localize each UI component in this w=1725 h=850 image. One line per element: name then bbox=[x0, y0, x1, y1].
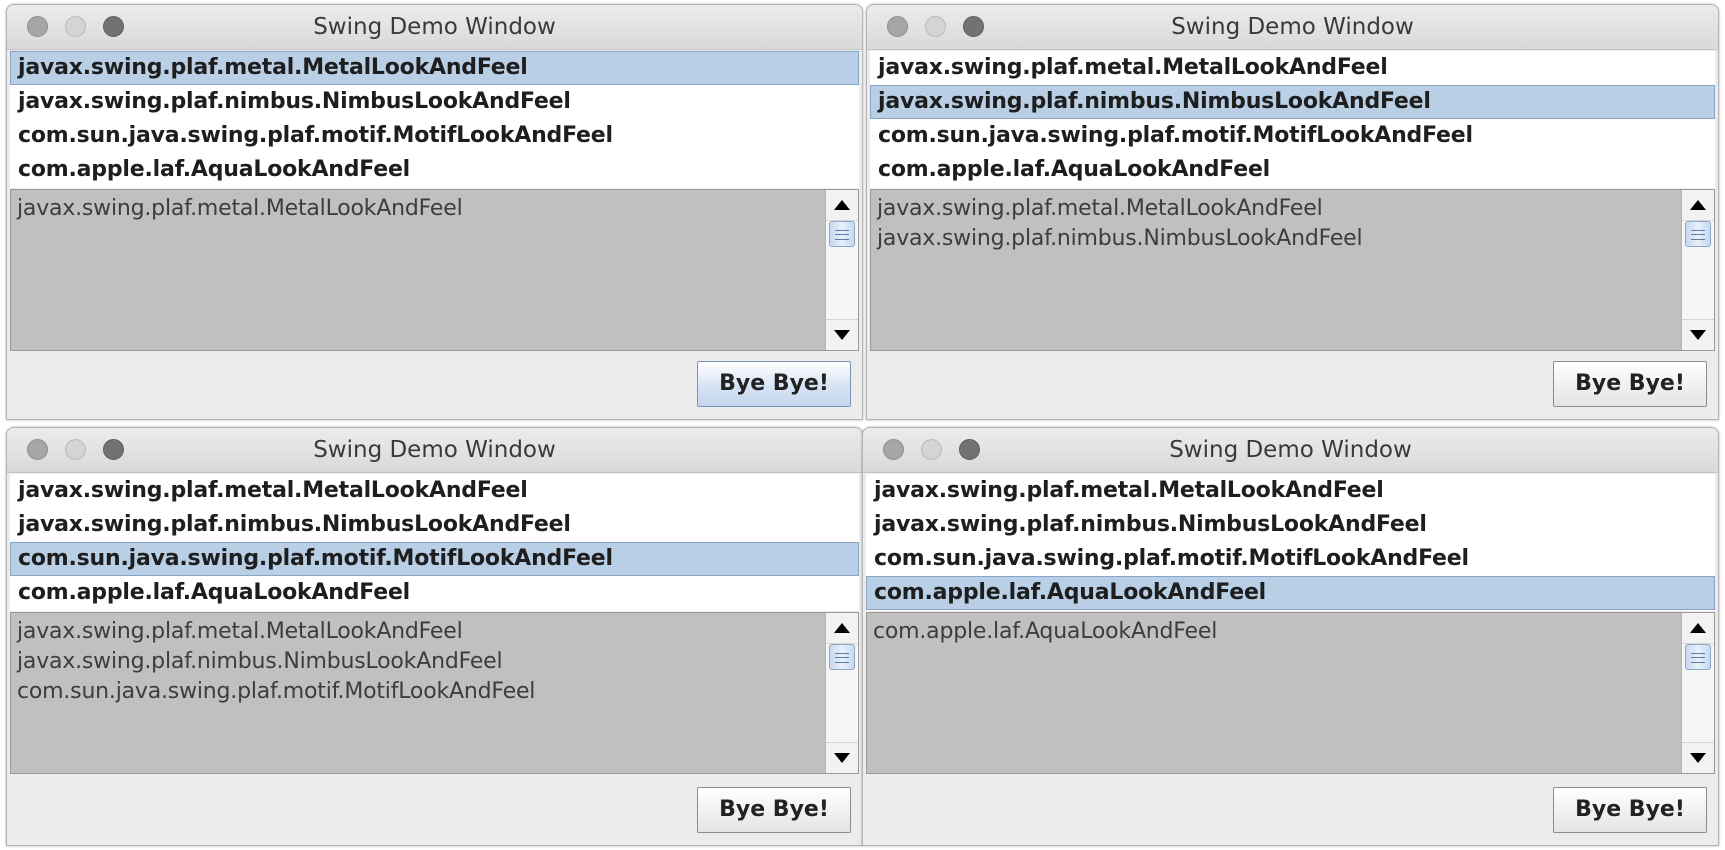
log-text-area[interactable]: javax.swing.plaf.metal.MetalLookAndFeel … bbox=[871, 190, 1680, 350]
scroll-thumb[interactable] bbox=[829, 644, 855, 670]
vertical-scrollbar[interactable] bbox=[1681, 190, 1714, 350]
log-text-area[interactable]: javax.swing.plaf.metal.MetalLookAndFeel … bbox=[11, 613, 824, 773]
list-item[interactable]: javax.swing.plaf.metal.MetalLookAndFeel bbox=[10, 51, 859, 85]
minimize-button[interactable] bbox=[921, 439, 942, 460]
title-bar[interactable]: Swing Demo Window bbox=[867, 5, 1718, 50]
vertical-scrollbar[interactable] bbox=[825, 613, 858, 773]
scroll-down-icon[interactable] bbox=[1682, 743, 1714, 773]
log-line: javax.swing.plaf.metal.MetalLookAndFeel bbox=[17, 619, 463, 644]
scroll-up-icon[interactable] bbox=[1682, 190, 1714, 220]
log-text-area[interactable]: com.apple.laf.AquaLookAndFeel bbox=[867, 613, 1680, 773]
list-item[interactable]: com.apple.laf.AquaLookAndFeel bbox=[866, 576, 1715, 610]
log-line: javax.swing.plaf.metal.MetalLookAndFeel bbox=[877, 196, 1323, 221]
scroll-up-icon[interactable] bbox=[826, 190, 858, 220]
bye-bye-button[interactable]: Bye Bye! bbox=[1553, 361, 1707, 407]
minimize-button[interactable] bbox=[925, 16, 946, 37]
title-bar[interactable]: Swing Demo Window bbox=[7, 5, 862, 50]
scroll-down-icon[interactable] bbox=[1682, 320, 1714, 350]
window-title: Swing Demo Window bbox=[313, 14, 556, 40]
vertical-scrollbar[interactable] bbox=[1681, 613, 1714, 773]
zoom-button[interactable] bbox=[103, 16, 124, 37]
swing-demo-window-2: Swing Demo Window javax.swing.plaf.metal… bbox=[866, 4, 1719, 420]
scroll-thumb[interactable] bbox=[1685, 221, 1711, 247]
log-line: com.sun.java.swing.plaf.motif.MotifLookA… bbox=[17, 679, 536, 704]
look-and-feel-list[interactable]: javax.swing.plaf.metal.MetalLookAndFeel … bbox=[870, 51, 1715, 188]
scroll-up-icon[interactable] bbox=[1682, 613, 1714, 643]
scroll-down-icon[interactable] bbox=[826, 743, 858, 773]
scroll-track[interactable] bbox=[826, 220, 858, 320]
list-item[interactable]: javax.swing.plaf.nimbus.NimbusLookAndFee… bbox=[10, 85, 859, 119]
bye-bye-button[interactable]: Bye Bye! bbox=[1553, 787, 1707, 833]
zoom-button[interactable] bbox=[103, 439, 124, 460]
log-line: com.apple.laf.AquaLookAndFeel bbox=[873, 619, 1218, 644]
log-line: javax.swing.plaf.nimbus.NimbusLookAndFee… bbox=[17, 649, 503, 674]
scroll-track[interactable] bbox=[1682, 643, 1714, 743]
log-line: javax.swing.plaf.nimbus.NimbusLookAndFee… bbox=[877, 226, 1363, 251]
list-item[interactable]: com.sun.java.swing.plaf.motif.MotifLookA… bbox=[866, 542, 1715, 576]
scroll-track[interactable] bbox=[826, 643, 858, 743]
log-line: javax.swing.plaf.metal.MetalLookAndFeel bbox=[17, 196, 463, 221]
close-button[interactable] bbox=[883, 439, 904, 460]
window-title: Swing Demo Window bbox=[313, 437, 556, 463]
log-text-area[interactable]: javax.swing.plaf.metal.MetalLookAndFeel bbox=[11, 190, 824, 350]
window-title: Swing Demo Window bbox=[1171, 14, 1414, 40]
close-button[interactable] bbox=[887, 16, 908, 37]
scroll-thumb[interactable] bbox=[829, 221, 855, 247]
log-scroll-pane[interactable]: javax.swing.plaf.metal.MetalLookAndFeel bbox=[10, 189, 859, 351]
swing-demo-window-3: Swing Demo Window javax.swing.plaf.metal… bbox=[6, 427, 863, 846]
list-item[interactable]: com.apple.laf.AquaLookAndFeel bbox=[10, 153, 859, 187]
minimize-button[interactable] bbox=[65, 16, 86, 37]
list-item[interactable]: javax.swing.plaf.metal.MetalLookAndFeel bbox=[870, 51, 1715, 85]
title-bar[interactable]: Swing Demo Window bbox=[7, 428, 862, 473]
title-bar[interactable]: Swing Demo Window bbox=[863, 428, 1718, 473]
list-item[interactable]: javax.swing.plaf.nimbus.NimbusLookAndFee… bbox=[866, 508, 1715, 542]
list-item[interactable]: com.sun.java.swing.plaf.motif.MotifLookA… bbox=[870, 119, 1715, 153]
bye-bye-button[interactable]: Bye Bye! bbox=[697, 787, 851, 833]
zoom-button[interactable] bbox=[959, 439, 980, 460]
minimize-button[interactable] bbox=[65, 439, 86, 460]
list-item[interactable]: com.sun.java.swing.plaf.motif.MotifLookA… bbox=[10, 119, 859, 153]
close-button[interactable] bbox=[27, 439, 48, 460]
list-item[interactable]: javax.swing.plaf.metal.MetalLookAndFeel bbox=[10, 474, 859, 508]
look-and-feel-list[interactable]: javax.swing.plaf.metal.MetalLookAndFeel … bbox=[866, 474, 1715, 611]
list-item[interactable]: com.apple.laf.AquaLookAndFeel bbox=[870, 153, 1715, 187]
log-scroll-pane[interactable]: javax.swing.plaf.metal.MetalLookAndFeel … bbox=[870, 189, 1715, 351]
list-item[interactable]: com.sun.java.swing.plaf.motif.MotifLookA… bbox=[10, 542, 859, 576]
vertical-scrollbar[interactable] bbox=[825, 190, 858, 350]
window-title: Swing Demo Window bbox=[1169, 437, 1412, 463]
look-and-feel-list[interactable]: javax.swing.plaf.metal.MetalLookAndFeel … bbox=[10, 474, 859, 611]
swing-demo-window-1: Swing Demo Window javax.swing.plaf.metal… bbox=[6, 4, 863, 420]
list-item[interactable]: javax.swing.plaf.metal.MetalLookAndFeel bbox=[866, 474, 1715, 508]
scroll-down-icon[interactable] bbox=[826, 320, 858, 350]
log-scroll-pane[interactable]: com.apple.laf.AquaLookAndFeel bbox=[866, 612, 1715, 774]
swing-demo-window-4: Swing Demo Window javax.swing.plaf.metal… bbox=[862, 427, 1719, 846]
close-button[interactable] bbox=[27, 16, 48, 37]
list-item[interactable]: javax.swing.plaf.nimbus.NimbusLookAndFee… bbox=[870, 85, 1715, 119]
zoom-button[interactable] bbox=[963, 16, 984, 37]
scroll-up-icon[interactable] bbox=[826, 613, 858, 643]
list-item[interactable]: com.apple.laf.AquaLookAndFeel bbox=[10, 576, 859, 610]
scroll-track[interactable] bbox=[1682, 220, 1714, 320]
scroll-thumb[interactable] bbox=[1685, 644, 1711, 670]
bye-bye-button[interactable]: Bye Bye! bbox=[697, 361, 851, 407]
look-and-feel-list[interactable]: javax.swing.plaf.metal.MetalLookAndFeel … bbox=[10, 51, 859, 188]
list-item[interactable]: javax.swing.plaf.nimbus.NimbusLookAndFee… bbox=[10, 508, 859, 542]
log-scroll-pane[interactable]: javax.swing.plaf.metal.MetalLookAndFeel … bbox=[10, 612, 859, 774]
